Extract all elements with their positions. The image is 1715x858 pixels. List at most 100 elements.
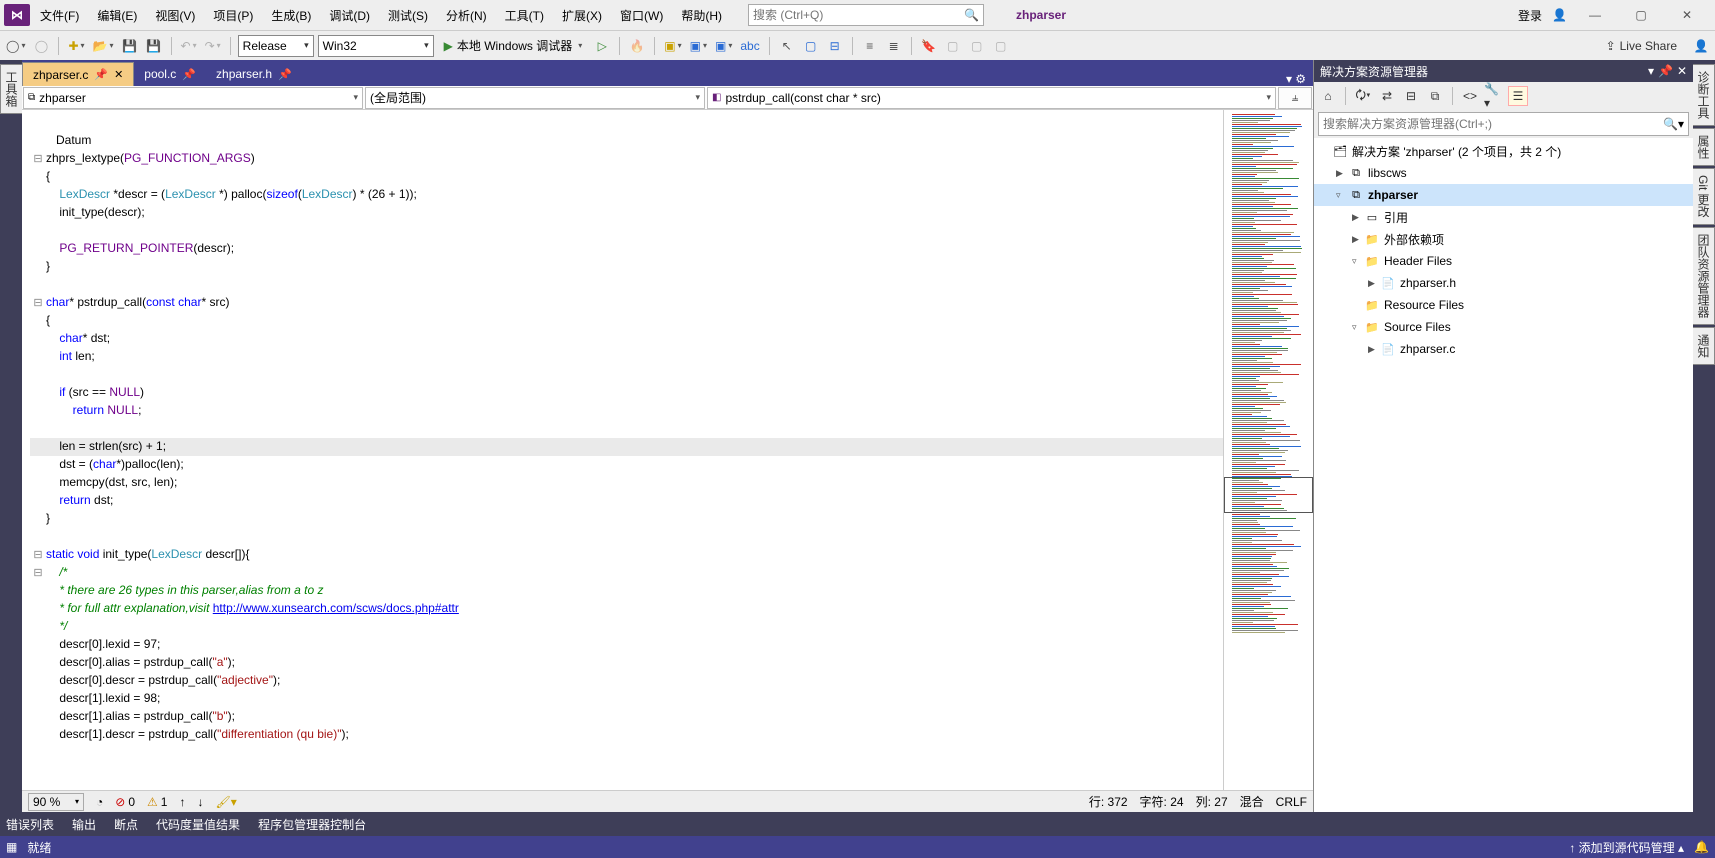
panel-pin-icon[interactable]: 📌	[1658, 64, 1673, 78]
add-scm-button[interactable]: ↑ 添加到源代码管理 ▴	[1569, 839, 1684, 856]
outline-toggle[interactable]	[30, 511, 46, 528]
tb-btn-f[interactable]: ▢	[943, 35, 963, 57]
comment-button[interactable]: ≡	[860, 35, 880, 57]
tree-引用[interactable]: ▶▭引用	[1314, 206, 1693, 228]
pin-icon[interactable]: 📌	[278, 68, 292, 81]
panel-close-icon[interactable]: ✕	[1677, 64, 1687, 78]
menu-生成(B)[interactable]: 生成(B)	[263, 3, 319, 28]
new-project-button[interactable]: ✚	[66, 35, 86, 57]
zoom-combo[interactable]: 90 %	[28, 793, 84, 811]
close-button[interactable]: ✕	[1669, 4, 1705, 26]
outline-toggle[interactable]	[30, 205, 46, 222]
se-showall-button[interactable]: ⧉	[1425, 86, 1445, 106]
navigate-back-button[interactable]: ◯	[4, 35, 27, 57]
minimap[interactable]	[1223, 110, 1313, 790]
minimize-button[interactable]: —	[1577, 4, 1613, 26]
tree-Source Files[interactable]: ▿📁Source Files	[1314, 316, 1693, 338]
nav-scope-combo[interactable]: ⧉zhparser	[23, 87, 363, 109]
tree-zhparser.c[interactable]: ▶📄zhparser.c	[1314, 338, 1693, 360]
outline-toggle[interactable]	[30, 133, 46, 150]
outline-toggle[interactable]	[30, 475, 46, 492]
se-home-button[interactable]: ⌂	[1318, 86, 1338, 106]
prev-issue-button[interactable]: ↑	[179, 795, 185, 809]
undo-button[interactable]: ↶	[179, 35, 199, 57]
se-refresh-button[interactable]: 🗘▾	[1353, 86, 1373, 106]
bottomtab-程序包管理器控制台[interactable]: 程序包管理器控制台	[258, 816, 366, 833]
se-code-button[interactable]: <>	[1460, 86, 1480, 106]
se-prop-button[interactable]: 🔧▾	[1484, 86, 1504, 106]
nav-class-combo[interactable]: (全局范围)	[365, 87, 705, 109]
maximize-button[interactable]: ▢	[1623, 4, 1659, 26]
outline-toggle[interactable]	[30, 457, 46, 474]
eol-indicator[interactable]: CRLF	[1276, 795, 1307, 809]
platform-combo[interactable]: Win32	[318, 35, 434, 57]
se-sync-button[interactable]: ⇄	[1377, 86, 1397, 106]
outline-toggle[interactable]	[30, 601, 46, 618]
outline-toggle[interactable]	[30, 115, 46, 132]
outline-toggle[interactable]	[30, 169, 46, 186]
start-nodebug-button[interactable]: ▷	[592, 35, 612, 57]
tab-overflow[interactable]: ▾ ⚙	[1283, 72, 1313, 86]
outline-toggle[interactable]	[30, 529, 46, 546]
tree-解决方案 'zhparser' (2 个项目，共 2 个)[interactable]: 🗂解决方案 'zhparser' (2 个项目，共 2 个)	[1314, 140, 1693, 162]
notifications-button[interactable]: 🔔	[1694, 840, 1709, 854]
outline-toggle[interactable]: ⊟	[30, 565, 46, 582]
outline-toggle[interactable]	[30, 691, 46, 708]
rail-诊断工具[interactable]: 诊断工具	[1693, 64, 1715, 126]
se-collapse-button[interactable]: ⊟	[1401, 86, 1421, 106]
outline-toggle[interactable]: ⊟	[30, 547, 46, 564]
menu-测试(S)[interactable]: 测试(S)	[380, 3, 436, 28]
tb-btn-a[interactable]: ▣	[662, 35, 683, 57]
tree-外部依赖项[interactable]: ▶📁外部依赖项	[1314, 228, 1693, 250]
warning-count[interactable]: ⚠1	[147, 795, 167, 809]
tb-btn-abc[interactable]: abc	[738, 35, 761, 57]
menu-调试(D)[interactable]: 调试(D)	[321, 3, 378, 28]
solution-tree[interactable]: 🗂解决方案 'zhparser' (2 个项目，共 2 个)▶⧉libscws▿…	[1314, 138, 1693, 812]
tab-zhparser.h[interactable]: zhparser.h📌	[206, 62, 302, 86]
rail-Git 更改[interactable]: Git 更改	[1693, 168, 1715, 225]
outline-toggle[interactable]	[30, 331, 46, 348]
menu-项目(P)[interactable]: 项目(P)	[205, 3, 261, 28]
rail-团队资源管理器[interactable]: 团队资源管理器	[1693, 227, 1715, 325]
nav-func-combo[interactable]: ◧pstrdup_call(const char * src)	[707, 87, 1276, 109]
tree-libscws[interactable]: ▶⧉libscws	[1314, 162, 1693, 184]
tab-pool.c[interactable]: pool.c📌	[134, 62, 206, 86]
code-editor[interactable]: Datum⊟zhprs_lextype(PG_FUNCTION_ARGS) { …	[22, 110, 1223, 790]
outline-toggle[interactable]	[30, 223, 46, 240]
global-search[interactable]: 🔍	[748, 4, 984, 26]
tb-btn-c[interactable]: ▣	[713, 35, 734, 57]
outline-toggle[interactable]	[30, 583, 46, 600]
brush-button[interactable]: 🖌▾	[215, 795, 236, 809]
menu-工具(T)[interactable]: 工具(T)	[497, 3, 552, 28]
menu-编辑(E)[interactable]: 编辑(E)	[89, 3, 145, 28]
menu-窗口(W)[interactable]: 窗口(W)	[612, 3, 671, 28]
tb-btn-g[interactable]: ▢	[967, 35, 987, 57]
solution-search[interactable]: 🔍▾	[1318, 112, 1689, 136]
menu-扩展(X)[interactable]: 扩展(X)	[554, 3, 610, 28]
menu-文件(F)[interactable]: 文件(F)	[32, 3, 87, 28]
outline-toggle[interactable]	[30, 439, 46, 456]
next-issue-button[interactable]: ↓	[197, 795, 203, 809]
navigate-fwd-button[interactable]: ◯	[31, 35, 51, 57]
outline-toggle[interactable]	[30, 421, 46, 438]
uncomment-button[interactable]: ≣	[884, 35, 904, 57]
redo-button[interactable]: ↷	[203, 35, 223, 57]
save-button[interactable]: 💾	[120, 35, 140, 57]
tree-zhparser.h[interactable]: ▶📄zhparser.h	[1314, 272, 1693, 294]
panel-menu-icon[interactable]: ▾	[1648, 64, 1654, 78]
bottomtab-断点[interactable]: 断点	[114, 816, 138, 833]
outline-toggle[interactable]	[30, 403, 46, 420]
outline-toggle[interactable]	[30, 655, 46, 672]
hot-reload-button[interactable]: 🔥	[627, 35, 647, 57]
tab-zhparser.c[interactable]: zhparser.c📌✕	[22, 62, 134, 86]
tb-btn-b[interactable]: ▣	[688, 35, 709, 57]
encoding-indicator[interactable]: 混合	[1240, 793, 1264, 810]
outline-toggle[interactable]	[30, 385, 46, 402]
outline-toggle[interactable]	[30, 673, 46, 690]
open-button[interactable]: 📂	[91, 35, 116, 57]
tree-zhparser[interactable]: ▿⧉zhparser	[1314, 184, 1693, 206]
bottomtab-错误列表[interactable]: 错误列表	[6, 816, 54, 833]
tree-Header Files[interactable]: ▿📁Header Files	[1314, 250, 1693, 272]
outline-toggle[interactable]	[30, 619, 46, 636]
minimap-viewport[interactable]	[1224, 477, 1313, 513]
